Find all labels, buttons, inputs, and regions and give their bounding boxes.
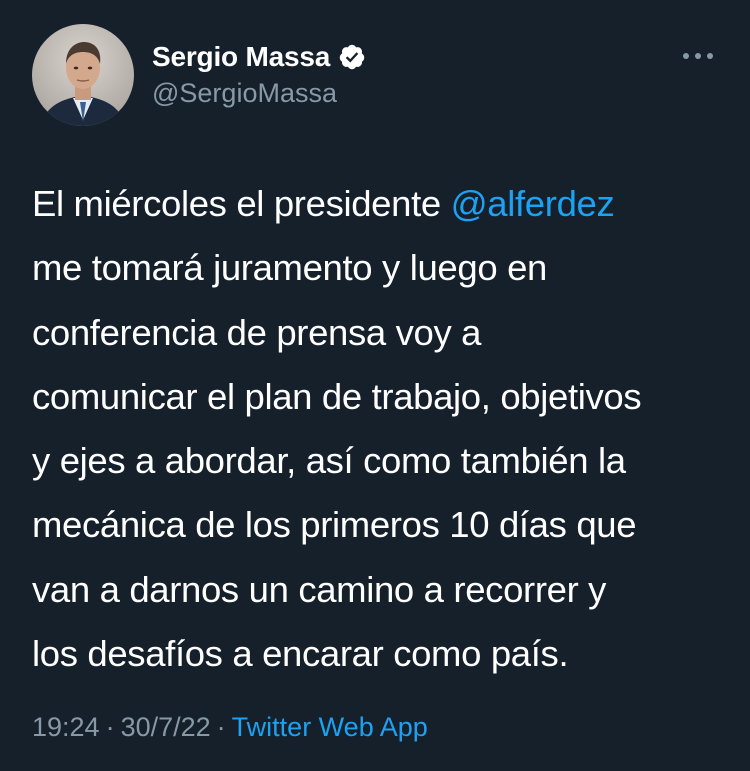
- author-display-name[interactable]: Sergio Massa: [152, 41, 330, 73]
- tweet-text-line: mecánica de los primeros 10 días que: [32, 493, 722, 557]
- tweet-text-line: conferencia de prensa voy a: [32, 301, 722, 365]
- more-horizontal-icon: [683, 53, 713, 59]
- meta-separator: ·: [105, 712, 115, 742]
- tweet-text-segment: los desafíos a encarar como país.: [32, 633, 569, 675]
- tweet-card: Sergio Massa @SergioMassa El miércoles e…: [0, 0, 750, 771]
- tweet-text-segment: comunicar el plan de trabajo, objetivos: [32, 375, 642, 417]
- author-handle[interactable]: @SergioMassa: [152, 78, 366, 109]
- tweet-source-link[interactable]: Twitter Web App: [232, 712, 428, 742]
- tweet-text-segment: y ejes a abordar, así como también la: [32, 440, 626, 482]
- tweet-text-line: El miércoles el presidente @alferdez: [32, 172, 722, 236]
- tweet-meta: 19:24 · 30/7/22 · Twitter Web App: [32, 712, 428, 743]
- tweet-text-segment: conferencia de prensa voy a: [32, 311, 482, 353]
- tweet-text-line: comunicar el plan de trabajo, objetivos: [32, 365, 722, 429]
- meta-separator: ·: [216, 712, 226, 742]
- tweet-text-line: me tomará juramento y luego en: [32, 236, 722, 300]
- tweet-date[interactable]: 30/7/22: [121, 712, 211, 742]
- verified-badge-icon: [338, 43, 366, 71]
- tweet-time[interactable]: 19:24: [32, 712, 100, 742]
- author-avatar[interactable]: [32, 24, 134, 126]
- tweet-text-segment: van a darnos un camino a recorrer y: [32, 568, 607, 610]
- tweet-text-segment: me tomará juramento y luego en: [32, 247, 547, 289]
- more-options-button[interactable]: [680, 44, 716, 68]
- tweet-text-segment: El miércoles el presidente: [32, 183, 451, 224]
- tweet-text-segment: mecánica de los primeros 10 días que: [32, 504, 637, 546]
- mention-link[interactable]: @alferdez: [451, 183, 615, 224]
- author-info[interactable]: Sergio Massa @SergioMassa: [152, 40, 366, 109]
- tweet-text: El miércoles el presidente @alferdez me t…: [32, 172, 722, 686]
- tweet-text-line: van a darnos un camino a recorrer y: [32, 558, 722, 622]
- tweet-text-line: los desafíos a encarar como país.: [32, 622, 722, 686]
- tweet-text-line: y ejes a abordar, así como también la: [32, 429, 722, 493]
- profile-photo-icon: [32, 24, 134, 126]
- author-name-row: Sergio Massa: [152, 40, 366, 74]
